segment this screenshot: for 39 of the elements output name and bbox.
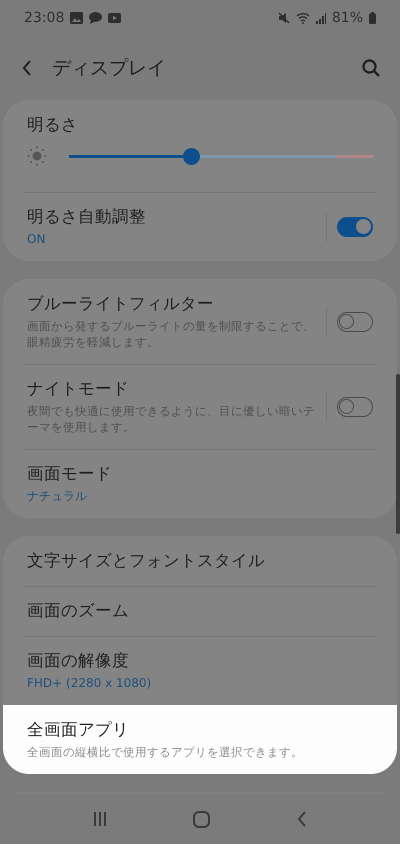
setting-title: 画面のズーム	[27, 600, 130, 622]
setting-value: ON	[27, 231, 46, 247]
search-icon[interactable]	[362, 59, 380, 77]
brightness-slider[interactable]	[69, 148, 373, 164]
status-time: 23:08	[24, 10, 64, 26]
signal-icon	[316, 12, 326, 24]
setting-value: FHD+ (2280 x 1080)	[27, 675, 152, 691]
highlighted-row[interactable]: 全画面アプリ 全画面の縦横比で使用するアプリを選択できます。	[3, 705, 397, 774]
back-icon[interactable]	[296, 811, 307, 827]
setting-title: 画面モード	[27, 463, 113, 485]
image-icon	[70, 12, 84, 24]
chat-icon	[89, 12, 102, 24]
setting-title: 明るさ	[27, 114, 79, 136]
battery-percent: 81%	[332, 10, 363, 26]
settings-row[interactable]: 画面のズーム	[3, 586, 397, 636]
setting-description: 全画面の縦横比で使用するアプリを選択できます。	[27, 744, 304, 760]
video-icon	[108, 13, 122, 23]
brightness-icon	[27, 146, 47, 166]
battery-icon	[369, 12, 376, 24]
home-icon[interactable]	[193, 810, 210, 828]
setting-title: 全画面アプリ	[27, 719, 130, 741]
setting-title: ブルーライトフィルター	[27, 293, 215, 315]
settings-row[interactable]: 画面の解像度 FHD+ (2280 x 1080)	[3, 636, 397, 705]
toggle-switch[interactable]	[337, 216, 373, 236]
settings-row[interactable]: 文字サイズとフォントスタイル	[3, 536, 397, 586]
slider-thumb[interactable]	[182, 148, 200, 164]
setting-value: ナチュラル	[27, 488, 88, 504]
settings-row[interactable]: 画面モード ナチュラル	[3, 449, 397, 518]
wifi-icon	[296, 12, 310, 24]
back-icon[interactable]	[22, 60, 32, 76]
toggle-switch[interactable]	[337, 396, 373, 416]
setting-title: 明るさ自動調整	[27, 206, 147, 228]
toggle-switch[interactable]	[337, 312, 373, 332]
page-title: ディスプレイ	[52, 56, 167, 81]
mute-icon	[278, 12, 290, 24]
setting-title: ナイトモード	[27, 378, 130, 400]
recent-apps-icon[interactable]	[93, 811, 108, 827]
setting-title: 画面の解像度	[27, 650, 130, 672]
setting-title: 文字サイズとフォントスタイル	[27, 550, 266, 572]
